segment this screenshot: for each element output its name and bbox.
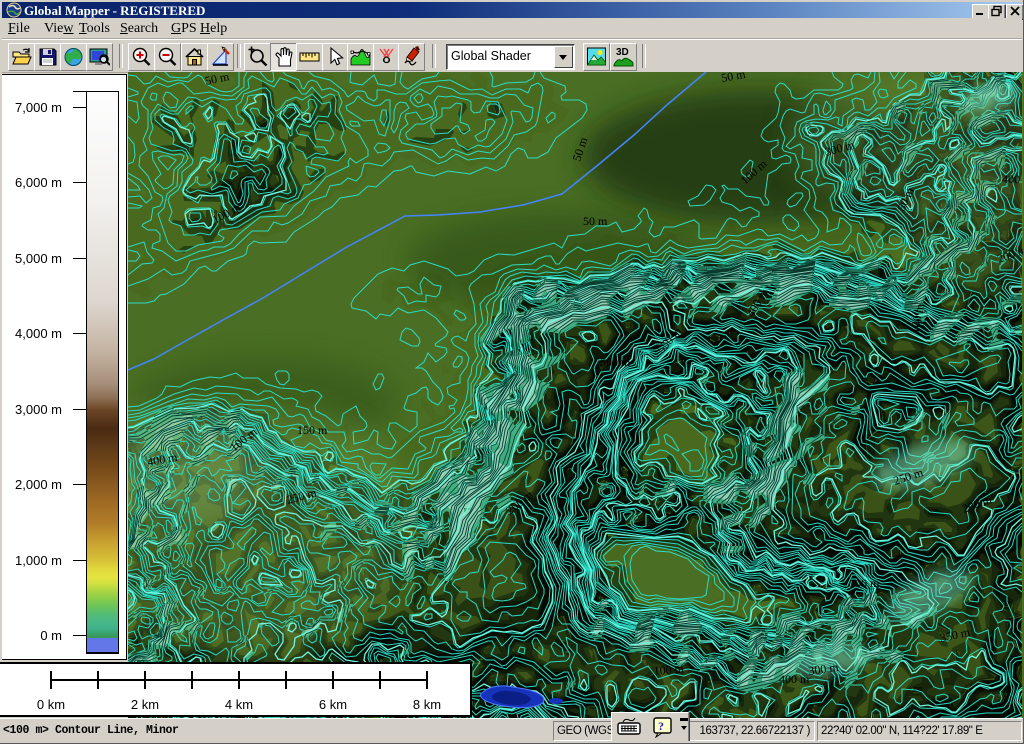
svg-text:400 m: 400 m: [779, 672, 810, 686]
svg-text:500 m: 500 m: [600, 355, 631, 369]
svg-text:150 m: 150 m: [297, 423, 328, 437]
svg-text:?: ?: [658, 719, 664, 733]
svg-text:50 m: 50 m: [583, 214, 608, 228]
svg-text:400: 400: [1002, 172, 1020, 186]
svg-text:3D: 3D: [616, 47, 629, 58]
svg-text:100 m: 100 m: [849, 576, 880, 590]
svg-text:100 m: 100 m: [653, 661, 685, 678]
